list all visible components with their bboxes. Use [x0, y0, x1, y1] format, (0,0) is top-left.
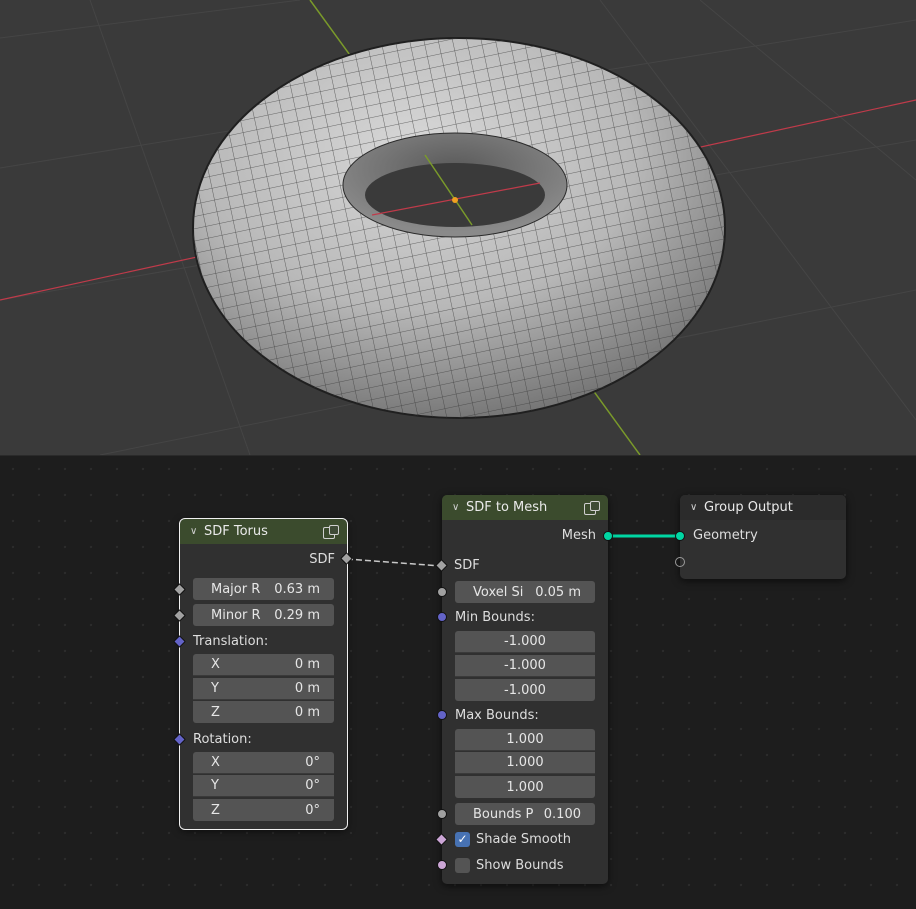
- rotation-y-field[interactable]: Y 0°: [193, 775, 334, 797]
- field-value: 0°: [305, 802, 320, 818]
- min-bounds-socket[interactable]: [437, 612, 447, 622]
- sdf-to-mesh-header[interactable]: ∨ SDF to Mesh: [442, 495, 608, 520]
- chevron-down-icon[interactable]: ∨: [690, 502, 704, 513]
- shade-smooth-socket[interactable]: [435, 833, 448, 846]
- field-value: 0 m: [294, 657, 320, 672]
- field-label: X: [211, 657, 220, 672]
- group-output-header[interactable]: ∨ Group Output: [680, 495, 846, 520]
- max-bounds-y-field[interactable]: 1.000: [455, 752, 595, 774]
- checkbox-checked-icon[interactable]: ✓: [455, 831, 470, 847]
- sdf-output-socket[interactable]: [340, 552, 353, 565]
- translation-x-field[interactable]: X 0 m: [193, 654, 334, 676]
- chevron-down-icon[interactable]: ∨: [190, 526, 204, 537]
- translation-socket[interactable]: [173, 635, 186, 648]
- show-bounds-socket[interactable]: [437, 860, 447, 870]
- minor-radius-field[interactable]: Minor R 0.29 m: [193, 604, 334, 626]
- field-label: X: [211, 755, 220, 770]
- sdf-input-socket[interactable]: [435, 559, 448, 572]
- field-value: 0°: [305, 778, 320, 793]
- field-value: 0.05 m: [535, 584, 581, 600]
- field-value: 0 m: [294, 681, 320, 696]
- min-bounds-y-field[interactable]: -1.000: [455, 655, 595, 677]
- torus-mesh: [192, 37, 726, 419]
- voxel-size-field[interactable]: Voxel Si 0.05 m: [455, 581, 595, 603]
- show-bounds-toggle[interactable]: Show Bounds: [455, 854, 564, 876]
- field-value: 0.29 m: [274, 607, 320, 623]
- major-radius-socket[interactable]: [173, 583, 186, 596]
- max-bounds-socket[interactable]: [437, 710, 447, 720]
- rotation-x-field[interactable]: X 0°: [193, 752, 334, 774]
- min-bounds-x-field[interactable]: -1.000: [455, 631, 595, 653]
- mesh-output-label: Mesh: [561, 527, 596, 543]
- group-output-node[interactable]: ∨ Group Output Geometry: [675, 495, 846, 579]
- translation-z-field[interactable]: Z 0 m: [193, 701, 334, 723]
- geometry-input-label: Geometry: [693, 527, 758, 543]
- chevron-down-icon[interactable]: ∨: [452, 502, 466, 513]
- node-title: Group Output: [704, 500, 793, 515]
- translation-label: Translation:: [193, 633, 269, 649]
- minor-radius-socket[interactable]: [173, 609, 186, 622]
- sdf-torus-header[interactable]: ∨ SDF Torus: [180, 519, 347, 544]
- major-radius-field[interactable]: Major R 0.63 m: [193, 578, 334, 600]
- node-group-icon[interactable]: [584, 500, 600, 515]
- field-label: Z: [211, 802, 220, 818]
- toggle-label: Shade Smooth: [476, 831, 571, 847]
- field-label: Bounds P: [473, 806, 534, 822]
- node-group-icon[interactable]: [323, 524, 339, 539]
- mesh-output-socket[interactable]: [603, 531, 613, 541]
- field-label: Y: [211, 681, 219, 696]
- 3d-viewport[interactable]: [0, 0, 916, 455]
- min-bounds-z-field[interactable]: -1.000: [455, 679, 595, 701]
- max-bounds-x-field[interactable]: 1.000: [455, 729, 595, 751]
- field-label: Major R: [211, 581, 261, 597]
- toggle-label: Show Bounds: [476, 857, 564, 873]
- max-bounds-label: Max Bounds:: [455, 707, 539, 723]
- field-label: Voxel Si: [473, 584, 524, 600]
- min-bounds-label: Min Bounds:: [455, 609, 535, 625]
- rotation-socket[interactable]: [173, 733, 186, 746]
- sdf-to-mesh-node[interactable]: ∨ SDF to Mesh Mesh SDF Voxel Si 0.05 m M…: [435, 495, 613, 884]
- geometry-input-socket[interactable]: [675, 531, 685, 541]
- rotation-label: Rotation:: [193, 731, 252, 747]
- voxel-size-socket[interactable]: [437, 587, 447, 597]
- bounds-padding-field[interactable]: Bounds P 0.100: [455, 803, 595, 825]
- field-value: 0.100: [543, 806, 581, 822]
- field-label: Z: [211, 704, 220, 720]
- shade-smooth-toggle[interactable]: ✓ Shade Smooth: [455, 828, 571, 850]
- translation-y-field[interactable]: Y 0 m: [193, 678, 334, 700]
- max-bounds-z-field[interactable]: 1.000: [455, 776, 595, 798]
- node-title: SDF Torus: [204, 524, 268, 539]
- field-value: 0.63 m: [274, 581, 320, 597]
- checkbox-unchecked-icon[interactable]: [455, 857, 470, 873]
- field-value: 0°: [305, 755, 320, 770]
- field-value: 0 m: [294, 704, 320, 720]
- sdf-torus-node[interactable]: ∨ SDF Torus SDF Major R 0.63 m Minor R 0…: [173, 518, 353, 830]
- sdf-input-label: SDF: [454, 557, 480, 573]
- bounds-padding-socket[interactable]: [437, 809, 447, 819]
- node-title: SDF to Mesh: [466, 500, 548, 515]
- sdf-output-label: SDF: [309, 551, 335, 567]
- node-editor[interactable]: ∨ SDF Torus SDF Major R 0.63 m Minor R 0…: [0, 455, 916, 909]
- field-label: Minor R: [211, 607, 261, 623]
- rotation-z-field[interactable]: Z 0°: [193, 799, 334, 821]
- empty-input-socket[interactable]: [675, 557, 685, 567]
- viewport-scene: [0, 0, 916, 455]
- origin-point: [452, 197, 458, 203]
- field-label: Y: [211, 778, 219, 793]
